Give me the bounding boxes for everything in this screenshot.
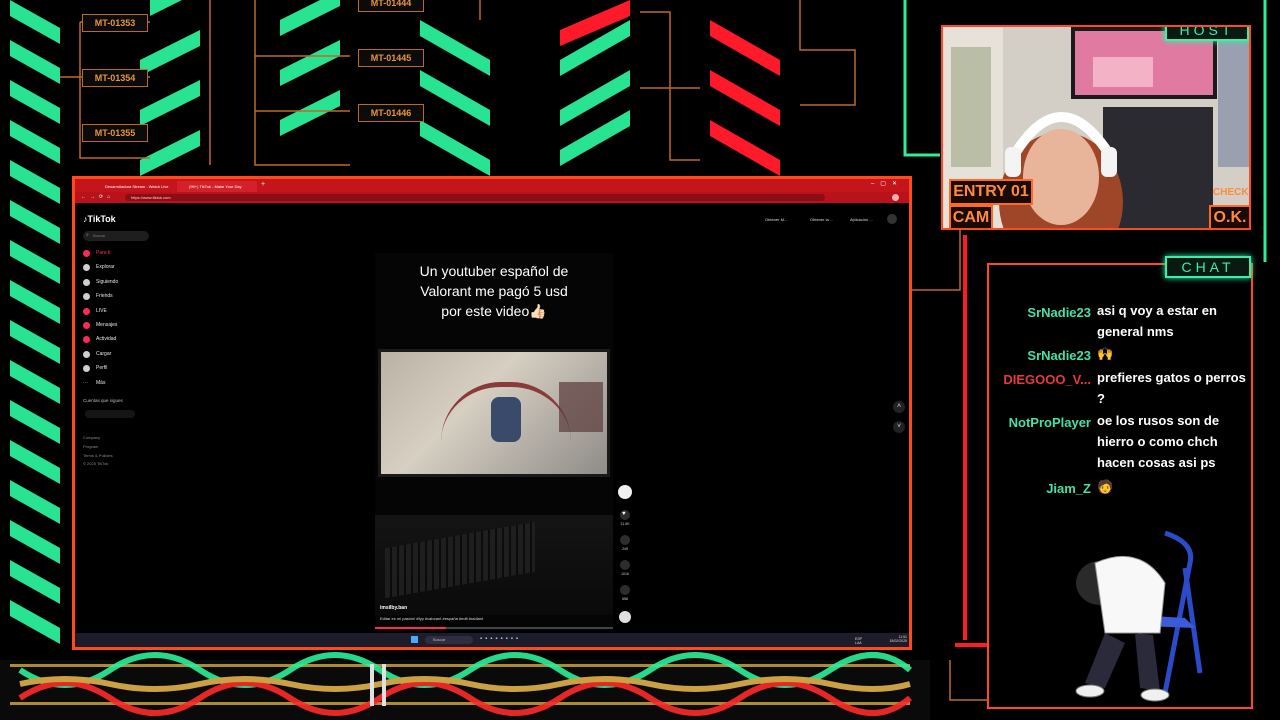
home-icon <box>83 249 90 257</box>
top-action-button[interactable]: Obtener la ... <box>810 217 833 222</box>
following-header: Cuentas que sigues <box>83 398 123 403</box>
compass-icon <box>83 263 90 271</box>
search-input[interactable]: ⌕ Buscar <box>83 231 149 241</box>
nav-mensajes[interactable]: Mensajes <box>83 319 117 331</box>
cam-tag: CAM <box>949 205 993 228</box>
bookmark-icon[interactable] <box>620 560 630 570</box>
video-player[interactable]: Un youtuber español de Valorant me pagó … <box>375 253 613 631</box>
footer-link[interactable]: Company <box>83 435 100 440</box>
circuit-label: MT-01355 <box>82 124 148 142</box>
nav-perfil[interactable]: Perfil <box>83 362 107 374</box>
circuit-label: MT-01444 <box>358 0 424 12</box>
windows-taskbar: Buscar ▪▪▪▪▪▪▪▪ ESP LAA 11:51 15/02/2025 <box>75 633 909 647</box>
music-disc-icon[interactable] <box>619 611 631 623</box>
chat-text: oe los rusos son de hierro o como chch h… <box>1097 413 1220 470</box>
new-tab-button[interactable]: + <box>261 181 265 188</box>
following-account-placeholder <box>85 410 135 418</box>
top-action-button[interactable]: Obtener M... <box>765 217 787 222</box>
nav-cargar[interactable]: Cargar <box>83 348 111 360</box>
upload-icon <box>83 350 90 358</box>
chat-username[interactable]: NotProPlayer <box>1009 415 1091 430</box>
chat-username[interactable]: SrNadie23 <box>1027 305 1091 320</box>
entry-tag: ENTRY 01 <box>949 179 1033 205</box>
save-count: 1016 <box>621 572 629 576</box>
tab-bar: Desarrolladora Stream - Watch Live (99+)… <box>75 179 909 192</box>
creator-avatar[interactable] <box>618 485 632 499</box>
top-action-button[interactable]: Aplicación ... <box>850 217 873 222</box>
chat-username[interactable]: SrNadie23 <box>1027 348 1091 363</box>
profile-avatar-icon[interactable] <box>892 194 899 201</box>
profile-icon <box>83 364 90 372</box>
captured-browser-window: Desarrolladora Stream - Watch Live (99+)… <box>72 176 912 650</box>
circuit-label: MT-01446 <box>358 104 424 122</box>
chat-text: 🙌 <box>1097 346 1114 361</box>
live-icon <box>83 307 90 315</box>
footer-link[interactable]: Program <box>83 444 98 449</box>
message-icon <box>83 321 90 329</box>
like-count: 21.5K <box>620 522 630 526</box>
more-icon: ··· <box>83 379 88 386</box>
chat-tag: CHAT <box>1165 256 1251 278</box>
check-tag: CHECK <box>1213 187 1249 198</box>
circuit-label: MT-01445 <box>358 49 424 67</box>
search-icon: ⌕ <box>86 232 89 238</box>
comment-count: 249 <box>622 547 628 551</box>
video-description: Editar es mi pasión! #fyp #valorant #esp… <box>380 616 484 621</box>
activity-icon <box>83 335 90 343</box>
nav-actividad[interactable]: Actividad <box>83 333 116 345</box>
tray-clock[interactable]: 11:51 15/02/2025 <box>881 635 907 643</box>
browser-tab[interactable]: Desarrolladora Stream - Watch Live <box>93 181 173 192</box>
nav-mas[interactable]: ··· Más <box>83 377 105 389</box>
like-icon[interactable]: ♥ <box>620 510 630 520</box>
nav-live[interactable]: LIVE <box>83 305 107 317</box>
circuit-label: MT-01353 <box>82 14 148 32</box>
chat-username[interactable]: Jiam_Z <box>1046 481 1091 496</box>
chat-text: prefieres gatos o perros ? <box>1097 370 1246 406</box>
chat-text: asi q voy a estar en general nms <box>1097 303 1217 339</box>
video-progress-bar[interactable] <box>375 627 613 629</box>
window-controls[interactable]: –▢✕ <box>871 180 903 187</box>
comment-icon[interactable] <box>620 535 630 545</box>
inbox-icon[interactable] <box>887 214 897 224</box>
tray-language[interactable]: ESP LAA <box>855 637 869 645</box>
video-caption-title: Un youtuber español de Valorant me pagó … <box>419 263 569 319</box>
address-bar: ←→⟳⌂ https://www.tiktok.com <box>75 192 909 203</box>
nav-friends[interactable]: Friends <box>83 290 113 302</box>
chevron-up-icon[interactable]: ˄ <box>893 401 905 413</box>
chat-username[interactable]: DIEGOOO_V... <box>1003 372 1091 387</box>
chat-panel: CHAT SrNadie23 asi q voy a estar en gener… <box>987 256 1253 709</box>
tiktok-logo[interactable]: ♪TikTok <box>83 214 116 224</box>
circuit-label: MT-01354 <box>82 69 148 87</box>
share-count: 658 <box>622 597 628 601</box>
tiktok-page: ♪TikTok ⌕ Buscar Para ti Explorar Siguie… <box>75 203 909 633</box>
footer-link[interactable]: Terms & Policies <box>83 453 113 458</box>
chevron-down-icon[interactable]: ˅ <box>893 421 905 433</box>
nav-arrows-icon[interactable]: ←→⟳⌂ <box>81 194 114 200</box>
url-field[interactable]: https://www.tiktok.com <box>125 194 825 201</box>
taskbar-app-icons[interactable]: ▪▪▪▪▪▪▪▪ <box>480 636 521 642</box>
monitor-gameplay <box>378 349 610 477</box>
windows-start-icon[interactable] <box>411 636 418 643</box>
share-icon[interactable] <box>620 585 630 595</box>
video-author[interactable]: imsilby.ban <box>380 605 407 611</box>
taskbar-search[interactable]: Buscar <box>425 636 473 644</box>
nav-siguiendo[interactable]: Siguiendo <box>83 276 118 288</box>
nav-explorar[interactable]: Explorar <box>83 261 115 273</box>
nav-para-ti[interactable]: Para ti <box>83 247 110 259</box>
ok-tag: O.K. <box>1209 205 1249 228</box>
anime-character-sticker <box>1075 530 1203 702</box>
following-icon <box>83 278 90 286</box>
host-tag: HOST <box>1165 27 1249 41</box>
chat-text: 🧑 <box>1097 479 1114 494</box>
browser-tab-active[interactable]: (99+) TikTok - Make Your Day <box>177 181 257 192</box>
friends-icon <box>83 292 90 300</box>
webcam-panel: HOST ENTRY 01 CAM CHECK O.K. <box>941 25 1251 230</box>
search-placeholder: Buscar <box>93 233 106 238</box>
keyboard-desk <box>375 515 613 615</box>
copyright: © 2025 TikTok <box>83 461 109 466</box>
